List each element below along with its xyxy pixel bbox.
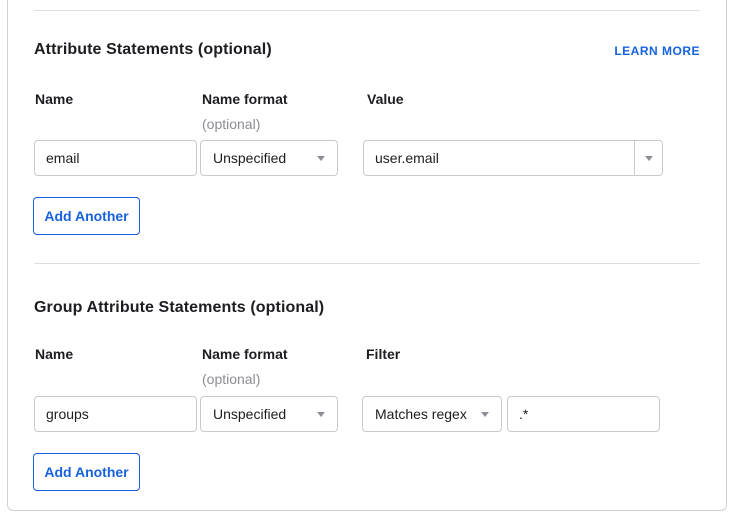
attr-col-name-format-label: Name format [202, 91, 288, 107]
chevron-down-icon [644, 155, 653, 161]
group-filter-value-input[interactable] [507, 396, 660, 432]
group-filter-type-select[interactable]: Matches regex [362, 396, 502, 432]
attribute-statements-heading: Attribute Statements (optional) [34, 41, 272, 58]
group-add-another-button[interactable]: Add Another [33, 453, 140, 491]
attr-col-name-format-optional-label: (optional) [202, 116, 261, 132]
attr-value-combobox[interactable] [363, 140, 663, 176]
group-col-name-format-optional-label: (optional) [202, 371, 261, 387]
group-filter-type-selected-value: Matches regex [375, 406, 467, 422]
attr-value-input[interactable] [364, 141, 634, 175]
group-name-input[interactable] [34, 396, 197, 432]
section-divider-top [34, 10, 700, 11]
attr-col-value-label: Value [367, 91, 404, 107]
attr-add-another-button[interactable]: Add Another [33, 197, 140, 235]
chevron-down-icon [317, 411, 325, 417]
attr-col-name-label: Name [35, 91, 74, 107]
group-col-name-label: Name [35, 346, 74, 362]
saml-settings-panel: Attribute Statements (optional) LEARN MO… [0, 0, 737, 530]
group-name-format-select[interactable]: Unspecified [200, 396, 338, 432]
attr-name-input[interactable] [34, 140, 197, 176]
attr-name-format-select[interactable]: Unspecified [200, 140, 338, 176]
chevron-down-icon [481, 411, 489, 417]
group-name-format-selected-value: Unspecified [213, 406, 287, 422]
learn-more-link[interactable]: LEARN MORE [614, 44, 700, 58]
group-col-name-format-label: Name format [202, 346, 288, 362]
group-attribute-statements-heading: Group Attribute Statements (optional) [34, 299, 325, 316]
settings-card [7, 0, 727, 511]
chevron-down-icon [317, 155, 325, 161]
attr-value-dropdown-toggle[interactable] [634, 141, 662, 175]
section-divider-middle [34, 263, 700, 264]
group-col-filter-label: Filter [366, 346, 401, 362]
attr-name-format-selected-value: Unspecified [213, 150, 287, 166]
